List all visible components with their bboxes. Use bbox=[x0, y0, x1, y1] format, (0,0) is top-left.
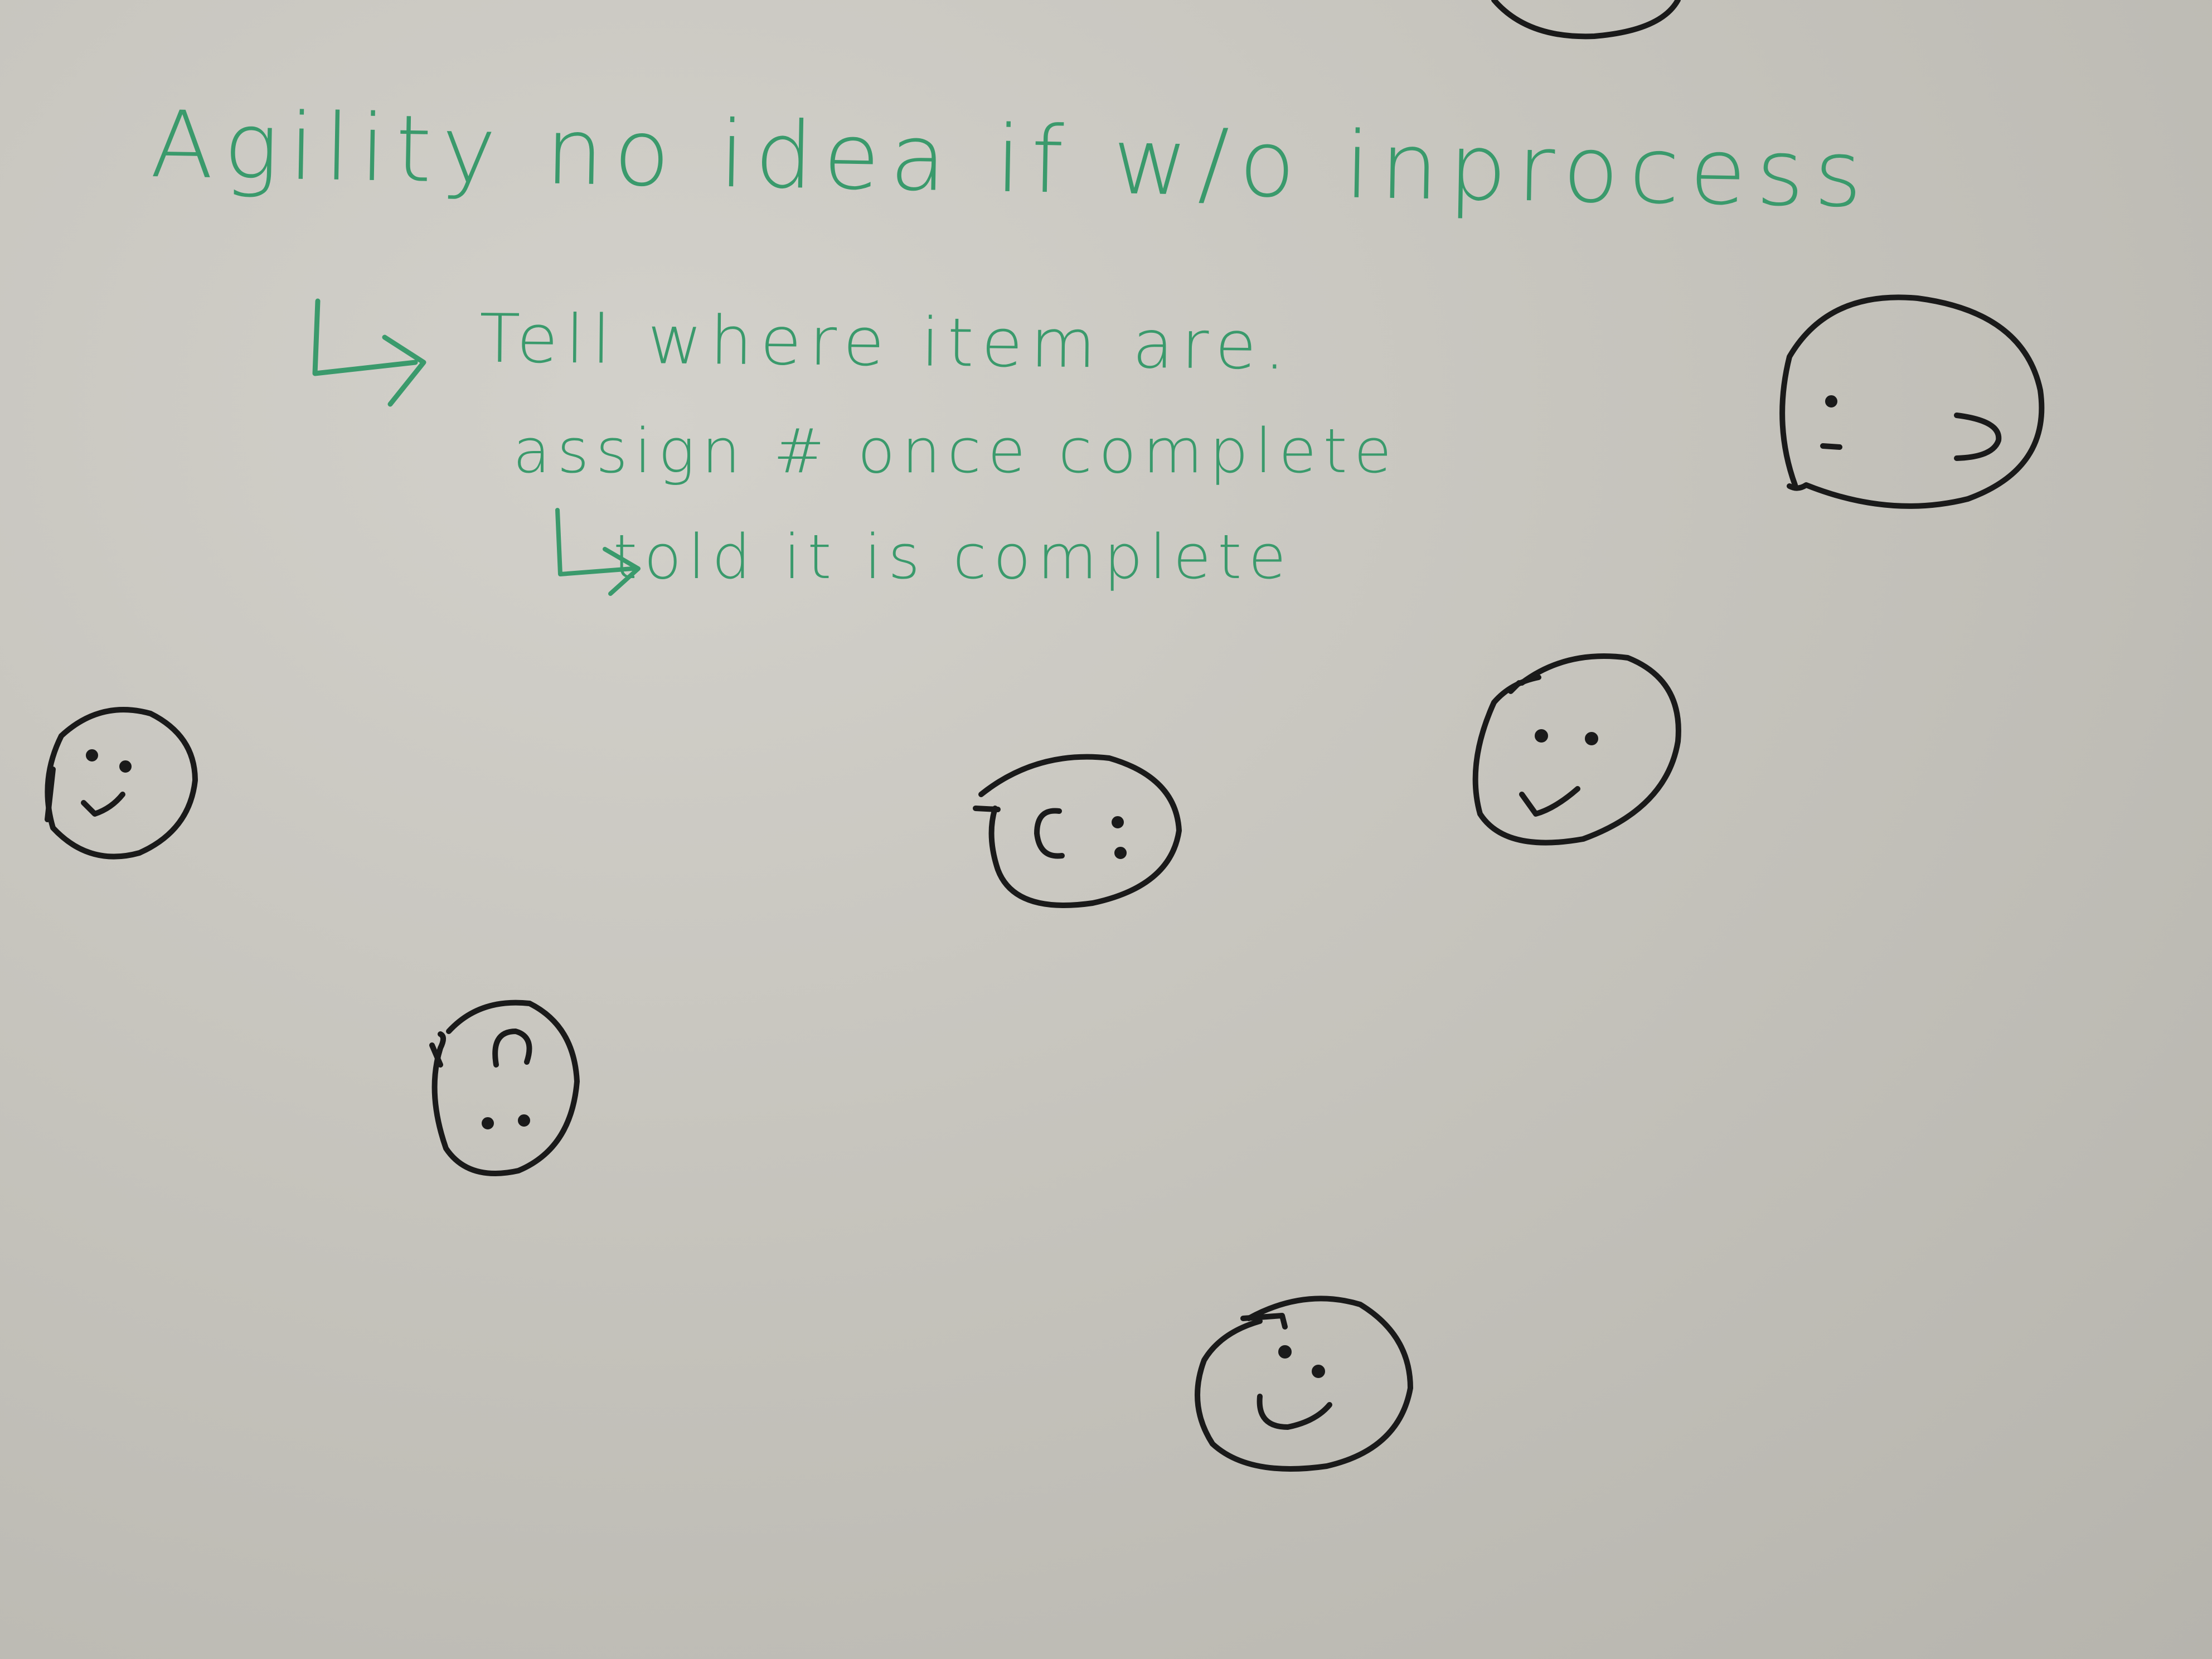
partial-face-icon bbox=[1491, 0, 1681, 40]
smiley-face-icon bbox=[45, 707, 198, 860]
drawings bbox=[45, 0, 2045, 1472]
neutral-face-icon bbox=[1779, 294, 2045, 509]
happy-face-icon bbox=[1195, 1296, 1413, 1472]
note-line-3: assign # once complete bbox=[513, 415, 1399, 487]
arrow-icon bbox=[312, 298, 426, 407]
sideways-face-icon bbox=[973, 754, 1182, 908]
note-line-2: Tell where item are. bbox=[479, 300, 1294, 385]
happy-face-icon bbox=[1472, 653, 1681, 846]
frown-face-icon bbox=[429, 1000, 580, 1176]
whiteboard: Agility no idea if w/o inprocess Tell wh… bbox=[0, 0, 2212, 1659]
note-line-4: told it is complete bbox=[613, 521, 1293, 593]
